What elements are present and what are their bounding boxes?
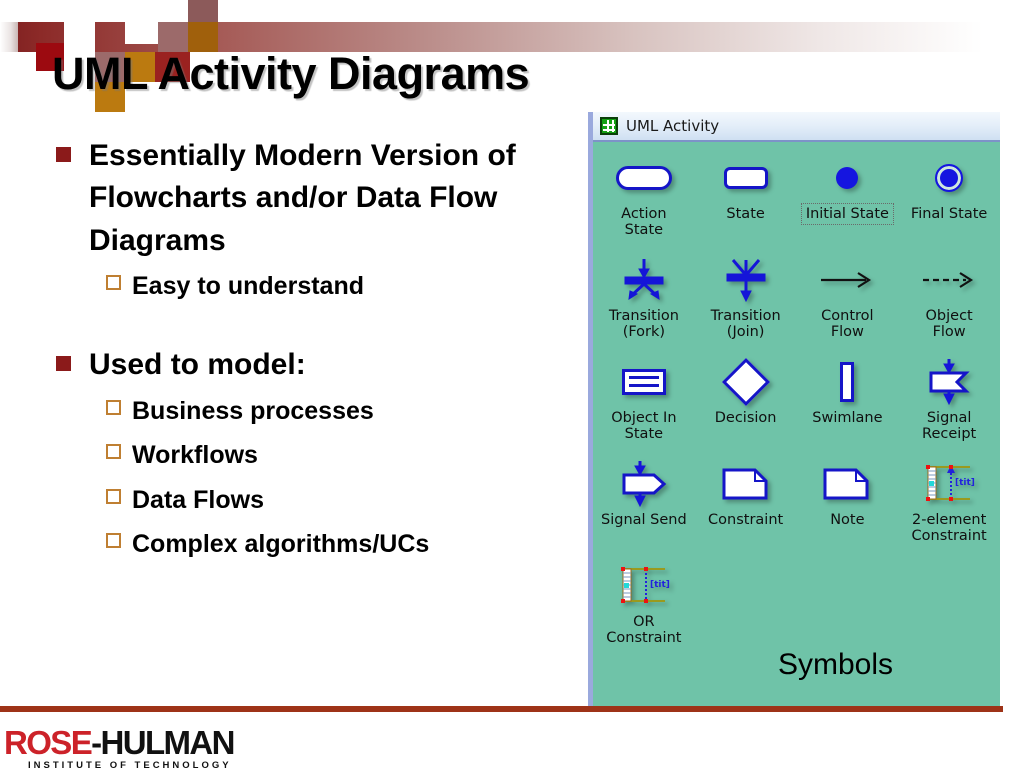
palette-item-label: Control Flow [821, 308, 874, 341]
uml-activity-title: UML Activity [626, 117, 720, 135]
palette-item-signal-receipt[interactable]: Signal Receipt [898, 358, 1000, 460]
symbol-row: Object In State Decision Swimlane Signal… [593, 357, 1000, 460]
grid-icon [600, 117, 618, 135]
palette-item-decision[interactable]: Decision [695, 357, 797, 460]
palette-item-label: Final State [910, 206, 988, 222]
palette-item-constraint[interactable]: Constraint [695, 460, 797, 562]
logo-tagline: INSTITUTE OF TECHNOLOGY [28, 759, 232, 771]
transition-join-icon [719, 256, 773, 304]
bullet-level1: Essentially Modern Version of Flowcharts… [48, 135, 593, 262]
bullet-level2: Workflows [106, 433, 593, 478]
final-state-icon [935, 154, 964, 202]
palette-item-label: Object Flow [925, 308, 973, 341]
palette-item-transition-fork[interactable]: Transition (Fork) [593, 256, 695, 358]
palette-item-label: Signal Receipt [922, 410, 977, 443]
bullet-level2-text: Easy to understand [132, 271, 364, 300]
symbols-caption: Symbols [778, 648, 894, 681]
bullet-hollow-square-icon [106, 274, 121, 290]
bullet-level1-text: Essentially Modern Version of Flowcharts… [89, 139, 516, 257]
symbol-row: Action State State Initial State Final S… [593, 154, 1000, 256]
action-state-icon [615, 154, 672, 202]
object-flow-icon [920, 256, 978, 304]
header-gradient-fade [0, 22, 18, 52]
bullet-level2: Data Flows [106, 478, 593, 523]
palette-item-label: OR Constraint [606, 614, 682, 647]
palette-item-label: Action State [621, 206, 667, 239]
palette-item-label: Signal Send [601, 512, 687, 528]
logo-hulman-text: -HULMAN [91, 724, 235, 761]
symbol-row: Transition (Fork) Transition (Join) Cont… [593, 256, 1000, 358]
palette-item-or-constraint[interactable]: [tit] OR Constraint [593, 562, 695, 664]
palette-item-label-selected: Initial State [800, 202, 894, 226]
signal-receipt-icon [921, 358, 977, 406]
two-element-constraint-icon: [tit] [922, 460, 976, 508]
or-constraint-icon: [tit] [617, 562, 671, 610]
page-title: UML Activity Diagrams [52, 48, 530, 99]
palette-item-label: 2-element Constraint [911, 512, 987, 545]
palette-item-note[interactable]: Note [797, 460, 899, 562]
decision-icon [721, 357, 770, 407]
palette-item-initial-state[interactable]: Initial State [797, 154, 899, 256]
logo-rose-text: ROSE [4, 724, 93, 761]
signal-send-icon [616, 460, 672, 508]
initial-state-icon [836, 154, 859, 202]
palette-item-label: Transition (Join) [710, 308, 781, 341]
footer-divider [0, 706, 1003, 712]
transition-fork-icon [617, 256, 671, 304]
palette-item-label: Object In State [611, 410, 677, 443]
deco-square-white-2 [125, 22, 158, 44]
bullet-level1-text: Used to model: [89, 348, 306, 382]
uml-symbol-palette: Action State State Initial State Final S… [593, 142, 1000, 664]
bullet-group-spacer [48, 308, 593, 344]
body-content: Essentially Modern Version of Flowcharts… [48, 135, 593, 567]
palette-item-label: Transition (Fork) [608, 308, 679, 341]
rose-hulman-logo: ROSE-HULMAN INSTITUTE OF TECHNOLOGY [4, 724, 235, 771]
svg-text:[tit]: [tit] [650, 580, 670, 590]
bullet-hollow-square-icon [106, 533, 121, 549]
uml-activity-panel: UML Activity Action State State Initial … [588, 112, 1000, 708]
bullet-level2: Business processes [106, 389, 593, 434]
bullet-level2-text: Data Flows [132, 485, 264, 514]
bullet-hollow-square-icon [106, 444, 121, 460]
bullet-level2-text: Complex algorithms/UCs [132, 530, 430, 559]
palette-item-control-flow[interactable]: Control Flow [797, 256, 899, 358]
palette-item-label: Swimlane [812, 410, 883, 426]
palette-item-object-flow[interactable]: Object Flow [898, 256, 1000, 358]
palette-item-two-element-constraint[interactable]: [tit] 2-element Constraint [898, 460, 1000, 562]
bullet-level2: Complex algorithms/UCs [106, 522, 593, 567]
constraint-icon [721, 460, 771, 508]
bullet-level2: Easy to understand [106, 264, 593, 309]
palette-item-action-state[interactable]: Action State [593, 154, 695, 256]
bullet-level2-text: Business processes [132, 396, 374, 425]
palette-item-transition-join[interactable]: Transition (Join) [695, 256, 797, 358]
bullet-hollow-square-icon [106, 488, 121, 504]
note-icon [822, 460, 872, 508]
palette-item-final-state[interactable]: Final State [898, 154, 1000, 256]
palette-item-object-in-state[interactable]: Object In State [593, 358, 695, 460]
uml-activity-titlebar: UML Activity [593, 112, 1000, 142]
svg-text:[tit]: [tit] [955, 478, 975, 488]
bullet-level1: Used to model: [48, 344, 593, 386]
logo-wordmark: ROSE-HULMAN [4, 724, 235, 761]
palette-item-swimlane[interactable]: Swimlane [797, 358, 899, 460]
bullet-square-icon [56, 356, 71, 372]
palette-item-label: Constraint [708, 512, 784, 528]
palette-item-state[interactable]: State [695, 154, 797, 256]
bullet-hollow-square-icon [106, 399, 121, 415]
palette-item-signal-send[interactable]: Signal Send [593, 460, 695, 562]
palette-item-label: State [726, 206, 765, 222]
control-flow-icon [818, 256, 876, 304]
bullet-square-icon [56, 147, 71, 162]
palette-item-label: Note [830, 512, 865, 528]
object-in-state-icon [621, 358, 666, 406]
palette-empty-cell [898, 562, 1000, 664]
state-icon [723, 154, 768, 202]
swimlane-icon [840, 358, 855, 406]
palette-item-label: Decision [714, 410, 777, 426]
symbol-row: Signal Send Constraint Note [tit] 2-elem… [593, 460, 1000, 562]
bullet-level2-text: Workflows [132, 441, 258, 470]
